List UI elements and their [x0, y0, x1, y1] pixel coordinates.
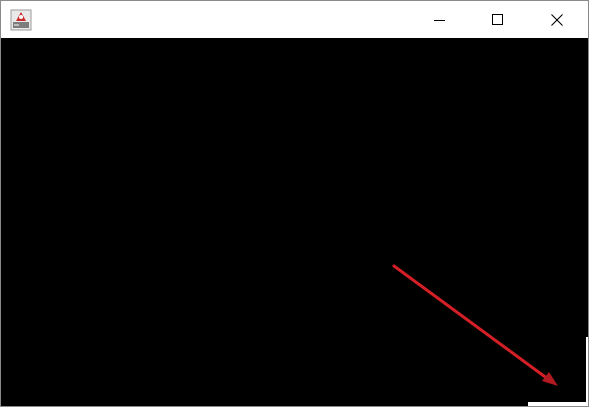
app-window: [0, 0, 589, 407]
minimize-button[interactable]: [411, 1, 469, 38]
maximize-icon: [492, 13, 503, 25]
close-button[interactable]: [528, 1, 586, 38]
minimize-icon: [434, 19, 445, 21]
arrow-drawing: [392, 264, 558, 386]
maximize-button[interactable]: [469, 1, 527, 38]
drawing-canvas[interactable]: [1, 38, 588, 406]
java-app-icon[interactable]: [10, 9, 32, 31]
arrow-shaft: [392, 264, 550, 381]
canvas-right-edge: [586, 337, 588, 406]
title-bar[interactable]: [1, 1, 588, 38]
close-icon: [551, 13, 563, 26]
canvas-corner-edge: [528, 402, 588, 406]
arrow-head: [542, 372, 558, 386]
